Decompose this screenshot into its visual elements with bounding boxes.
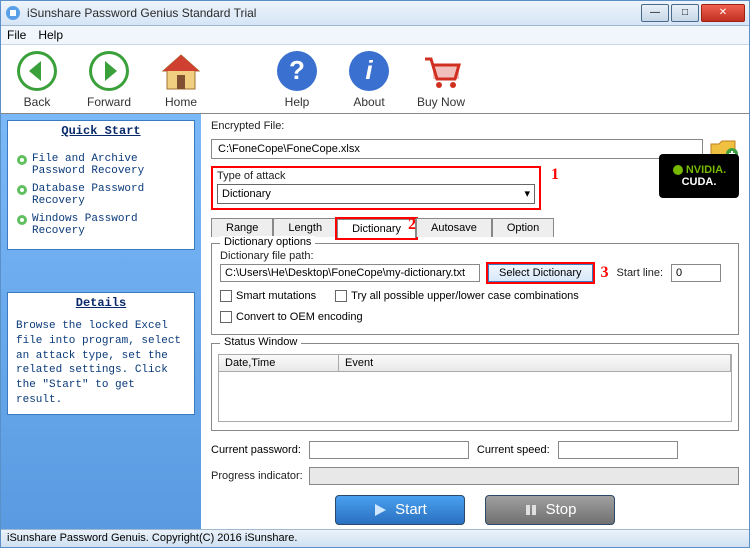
quickstart-title: Quick Start <box>8 121 194 141</box>
status-table-body[interactable] <box>218 372 732 422</box>
app-window: iSunshare Password Genius Standard Trial… <box>0 0 750 548</box>
forward-button[interactable]: Forward <box>85 49 133 109</box>
quickstart-panel: Quick Start File and Archive Password Re… <box>7 120 195 250</box>
progress-bar <box>309 467 739 485</box>
statusbar: iSunshare Password Genuis. Copyright(C) … <box>1 529 749 547</box>
status-window-title: Status Window <box>220 336 301 348</box>
attack-type-value: Dictionary <box>222 188 271 200</box>
toolbar: Back Forward Home ? Help i About Buy Now <box>1 45 749 114</box>
status-table-header: Date,Time Event <box>218 354 732 372</box>
dictionary-group-title: Dictionary options <box>220 236 315 248</box>
forward-label: Forward <box>87 95 131 109</box>
main-panel: Encrypted File: C:\FoneCope\FoneCope.xls… <box>201 114 749 529</box>
tabs: Range Length Dictionary Autosave 2 Optio… <box>211 218 739 237</box>
help-button[interactable]: ? Help <box>273 49 321 109</box>
help-label: Help <box>285 95 310 109</box>
tab-option[interactable]: Option <box>492 218 554 237</box>
stop-button[interactable]: Stop <box>485 495 615 525</box>
sidebar-link-label: File and Archive Password Recovery <box>32 153 186 177</box>
titlebar[interactable]: iSunshare Password Genius Standard Trial… <box>1 1 749 26</box>
current-speed-label: Current speed: <box>477 444 550 456</box>
disc-icon <box>16 154 28 166</box>
encrypted-file-field[interactable]: C:\FoneCope\FoneCope.xlsx <box>211 139 703 159</box>
maximize-button[interactable]: □ <box>671 4 699 22</box>
play-icon <box>373 503 387 517</box>
about-label: About <box>353 95 384 109</box>
current-password-label: Current password: <box>211 444 301 456</box>
details-panel: Details Browse the locked Excel file int… <box>7 292 195 415</box>
attack-type-select[interactable]: Dictionary ▾ <box>217 184 535 204</box>
disc-icon <box>16 184 28 196</box>
progress-label: Progress indicator: <box>211 470 303 482</box>
attack-type-label: Type of attack <box>217 170 535 182</box>
app-icon <box>5 5 21 21</box>
help-icon: ? <box>275 49 319 93</box>
svg-text:i: i <box>365 55 373 85</box>
disc-icon <box>16 214 28 226</box>
dictionary-options-group: Dictionary options Dictionary file path:… <box>211 243 739 335</box>
sidebar-link-database[interactable]: Database Password Recovery <box>16 183 186 207</box>
current-speed-value <box>558 441 678 459</box>
try-all-case-checkbox[interactable]: Try all possible upper/lower case combin… <box>335 290 579 302</box>
details-title: Details <box>8 293 194 313</box>
status-window: Status Window Date,Time Event <box>211 343 739 431</box>
startline-input[interactable] <box>671 264 721 282</box>
select-dictionary-button[interactable]: Select Dictionary <box>488 264 593 282</box>
oem-encoding-checkbox[interactable]: Convert to OEM encoding <box>220 311 363 323</box>
tab-dictionary[interactable]: Dictionary <box>337 219 416 238</box>
cart-icon <box>419 49 463 93</box>
annotation-3: 3 <box>601 264 609 282</box>
sidebar-link-label: Windows Password Recovery <box>32 213 186 237</box>
menubar: File Help <box>1 26 749 45</box>
status-col-datetime[interactable]: Date,Time <box>219 355 339 371</box>
annotation-2: 2 <box>408 216 416 234</box>
close-button[interactable]: ✕ <box>701 4 745 22</box>
window-title: iSunshare Password Genius Standard Trial <box>27 6 639 20</box>
tab-autosave[interactable]: Autosave <box>416 218 492 237</box>
buynow-button[interactable]: Buy Now <box>417 49 465 109</box>
about-button[interactable]: i About <box>345 49 393 109</box>
startline-label: Start line: <box>617 267 663 279</box>
smart-mutations-checkbox[interactable]: Smart mutations <box>220 290 316 302</box>
home-icon <box>159 49 203 93</box>
start-button[interactable]: Start <box>335 495 465 525</box>
back-icon <box>15 49 59 93</box>
back-button[interactable]: Back <box>13 49 61 109</box>
menu-help[interactable]: Help <box>38 28 63 42</box>
status-col-event[interactable]: Event <box>339 355 731 371</box>
chevron-down-icon: ▾ <box>524 187 530 200</box>
tab-range[interactable]: Range <box>211 218 273 237</box>
tab-length[interactable]: Length <box>273 218 337 237</box>
about-icon: i <box>347 49 391 93</box>
annotation-1: 1 <box>551 166 559 184</box>
pause-icon <box>524 503 538 517</box>
window-controls: — □ ✕ <box>639 4 745 22</box>
attack-type-group: Type of attack Dictionary ▾ <box>211 166 541 210</box>
current-password-value <box>309 441 469 459</box>
minimize-button[interactable]: — <box>641 4 669 22</box>
cuda-badge: NVIDIA. CUDA. <box>659 154 739 198</box>
dict-path-field[interactable]: C:\Users\He\Desktop\FoneCope\my-dictiona… <box>220 264 480 282</box>
back-label: Back <box>24 95 51 109</box>
details-text: Browse the locked Excel file into progra… <box>8 313 194 414</box>
svg-text:?: ? <box>289 55 305 85</box>
sidebar-link-file-archive[interactable]: File and Archive Password Recovery <box>16 153 186 177</box>
content-area: Quick Start File and Archive Password Re… <box>1 114 749 529</box>
dict-path-label: Dictionary file path: <box>220 250 730 262</box>
sidebar: Quick Start File and Archive Password Re… <box>1 114 201 529</box>
nvidia-icon <box>672 164 684 176</box>
encrypted-file-label: Encrypted File: <box>211 120 739 132</box>
sidebar-link-windows[interactable]: Windows Password Recovery <box>16 213 186 237</box>
sidebar-link-label: Database Password Recovery <box>32 183 186 207</box>
menu-file[interactable]: File <box>7 28 26 42</box>
home-button[interactable]: Home <box>157 49 205 109</box>
forward-icon <box>87 49 131 93</box>
buynow-label: Buy Now <box>417 95 465 109</box>
footer-text: iSunshare Password Genuis. Copyright(C) … <box>7 532 297 544</box>
home-label: Home <box>165 95 197 109</box>
